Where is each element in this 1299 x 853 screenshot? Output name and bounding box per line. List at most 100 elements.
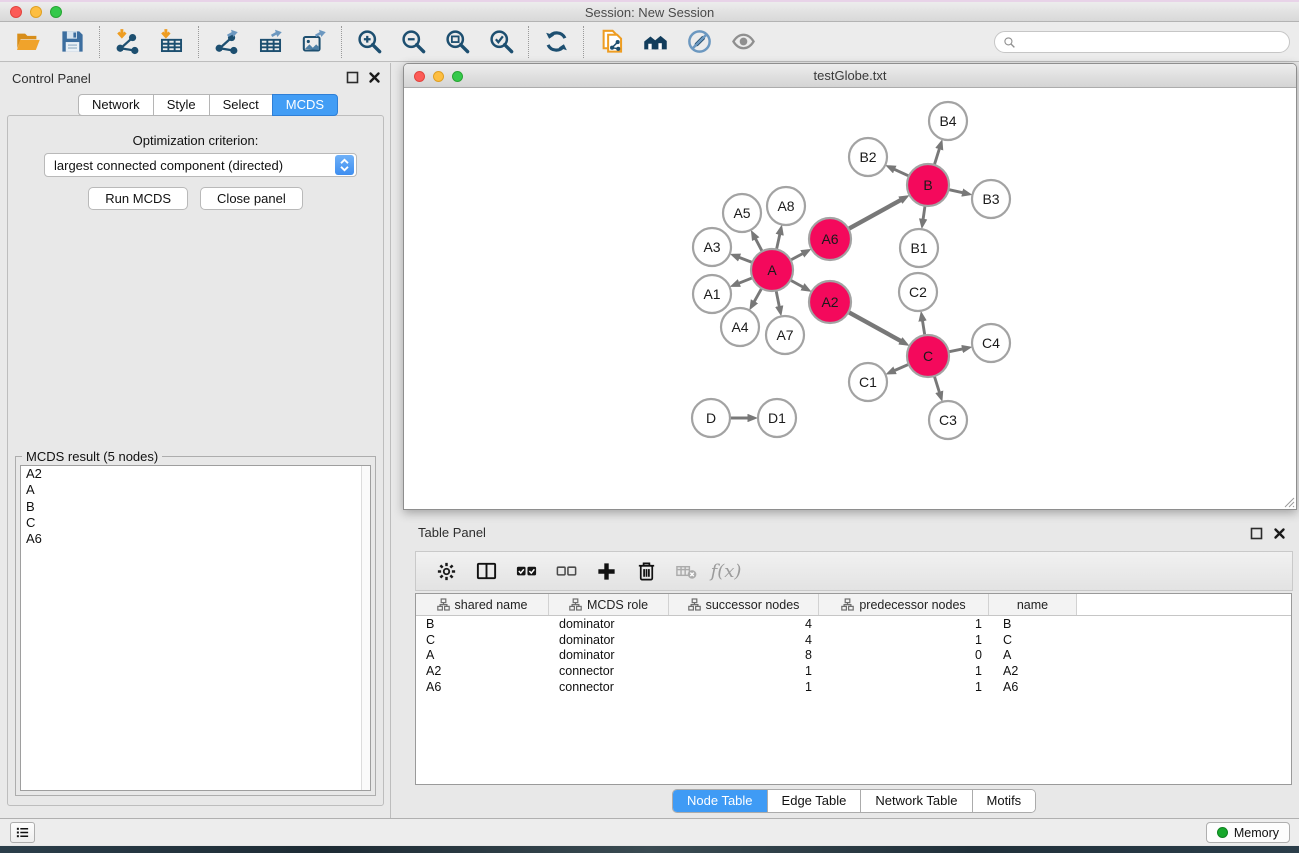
graph-node-A4[interactable]: A4: [721, 308, 759, 346]
tab-select[interactable]: Select: [209, 94, 273, 116]
save-session-button[interactable]: [56, 26, 88, 58]
criterion-select[interactable]: largest connected component (directed): [44, 153, 357, 177]
graph-edge-A-A7[interactable]: [776, 291, 779, 307]
graph-node-A7[interactable]: A7: [766, 316, 804, 354]
column-header-name[interactable]: name: [989, 594, 1077, 615]
network-close-button[interactable]: [414, 71, 425, 82]
graph-edge-A-A5[interactable]: [756, 239, 763, 252]
graph-node-D1[interactable]: D1: [758, 399, 796, 437]
graph-node-C2[interactable]: C2: [899, 273, 937, 311]
column-header-shared-name[interactable]: shared name: [416, 594, 549, 615]
task-history-button[interactable]: [10, 822, 35, 843]
zoom-out-button[interactable]: [397, 26, 429, 58]
column-header-successor-nodes[interactable]: successor nodes: [669, 594, 819, 615]
export-table-button[interactable]: [254, 26, 286, 58]
cell-MCDS-role[interactable]: connector: [549, 680, 669, 694]
cell-successor-nodes[interactable]: 8: [669, 648, 819, 662]
graph-edge-A-A1[interactable]: [739, 278, 753, 283]
graph-edge-C-C3[interactable]: [934, 376, 939, 392]
close-panel-button[interactable]: Close panel: [200, 187, 303, 210]
cell-MCDS-role[interactable]: connector: [549, 664, 669, 678]
graph-edge-A-A4[interactable]: [754, 288, 762, 301]
cell-name[interactable]: C: [989, 633, 1077, 647]
column-header-MCDS-role[interactable]: MCDS role: [549, 594, 669, 615]
zoom-selected-button[interactable]: [485, 26, 517, 58]
cell-successor-nodes[interactable]: 4: [669, 633, 819, 647]
close-panel-icon[interactable]: [367, 70, 382, 85]
network-zoom-button[interactable]: [452, 71, 463, 82]
graph-edge-A-A2[interactable]: [790, 280, 803, 287]
tab-network[interactable]: Network: [78, 94, 154, 116]
tab-style[interactable]: Style: [153, 94, 210, 116]
cell-predecessor-nodes[interactable]: 0: [819, 648, 989, 662]
table-row[interactable]: A2connector11A2: [416, 663, 1291, 679]
run-mcds-button[interactable]: Run MCDS: [88, 187, 188, 210]
graph-node-A3[interactable]: A3: [693, 228, 731, 266]
network-canvas[interactable]: B4B2BB3A8A5A6A3B1AC2A1A2A4A7C4CC1C3DD1: [405, 89, 1295, 509]
network-minimize-button[interactable]: [433, 71, 444, 82]
cell-shared-name[interactable]: A: [416, 648, 549, 662]
graph-edge-C-C4[interactable]: [949, 349, 963, 352]
graph-edge-C-C2[interactable]: [923, 321, 925, 336]
graph-edge-B-B3[interactable]: [949, 190, 963, 193]
close-table-panel-icon[interactable]: [1272, 526, 1287, 541]
cell-shared-name[interactable]: B: [416, 617, 549, 631]
minimize-window-button[interactable]: [30, 6, 42, 18]
graph-edge-B-B1[interactable]: [923, 206, 925, 220]
graph-node-B4[interactable]: B4: [929, 102, 967, 140]
graph-edge-A6-B[interactable]: [848, 200, 900, 229]
delete-columns-button[interactable]: [630, 555, 662, 587]
graph-edge-C-C1[interactable]: [895, 364, 909, 370]
search-box[interactable]: [994, 31, 1290, 53]
cell-shared-name[interactable]: A6: [416, 680, 549, 694]
import-table-button[interactable]: [155, 26, 187, 58]
graph-node-A8[interactable]: A8: [767, 187, 805, 225]
graph-node-A6[interactable]: A6: [809, 218, 851, 260]
cell-successor-nodes[interactable]: 1: [669, 664, 819, 678]
graph-edge-A2-C[interactable]: [848, 312, 900, 341]
graph-node-A5[interactable]: A5: [723, 194, 761, 232]
hide-labels-button[interactable]: [683, 26, 715, 58]
graph-node-A[interactable]: A: [751, 249, 793, 291]
cell-successor-nodes[interactable]: 1: [669, 680, 819, 694]
table-row[interactable]: Cdominator41C: [416, 632, 1291, 648]
table-row[interactable]: Bdominator41B: [416, 616, 1291, 632]
graph-node-C4[interactable]: C4: [972, 324, 1010, 362]
refresh-layout-button[interactable]: [540, 26, 572, 58]
graph-node-C3[interactable]: C3: [929, 401, 967, 439]
cell-shared-name[interactable]: C: [416, 633, 549, 647]
tab-motifs[interactable]: Motifs: [972, 790, 1036, 812]
cell-name[interactable]: A6: [989, 680, 1077, 694]
graph-edge-B-B4[interactable]: [934, 149, 939, 165]
cell-predecessor-nodes[interactable]: 1: [819, 664, 989, 678]
graph-node-B3[interactable]: B3: [972, 180, 1010, 218]
graph-node-B[interactable]: B: [907, 164, 949, 206]
tab-edge-table[interactable]: Edge Table: [767, 790, 861, 812]
float-panel-icon[interactable]: [345, 70, 360, 85]
zoom-window-button[interactable]: [50, 6, 62, 18]
cell-MCDS-role[interactable]: dominator: [549, 633, 669, 647]
table-row[interactable]: Adominator80A: [416, 648, 1291, 664]
cell-predecessor-nodes[interactable]: 1: [819, 617, 989, 631]
network-window-titlebar[interactable]: testGlobe.txt: [404, 64, 1296, 88]
mcds-result-item[interactable]: B: [21, 499, 370, 515]
tab-network-table[interactable]: Network Table: [860, 790, 971, 812]
graph-node-B1[interactable]: B1: [900, 229, 938, 267]
memory-button[interactable]: Memory: [1206, 822, 1290, 843]
deselect-all-button[interactable]: [550, 555, 582, 587]
cell-name[interactable]: A2: [989, 664, 1077, 678]
cell-predecessor-nodes[interactable]: 1: [819, 680, 989, 694]
graph-node-C1[interactable]: C1: [849, 363, 887, 401]
table-row[interactable]: A6connector11A6: [416, 679, 1291, 695]
network-from-selection-button[interactable]: [595, 26, 627, 58]
graph-node-C[interactable]: C: [907, 335, 949, 377]
column-header-predecessor-nodes[interactable]: predecessor nodes: [819, 594, 989, 615]
cell-name[interactable]: A: [989, 648, 1077, 662]
graph-edge-A-A3[interactable]: [739, 257, 752, 262]
graph-node-A2[interactable]: A2: [809, 281, 851, 323]
settings-button[interactable]: [430, 555, 462, 587]
split-view-button[interactable]: [470, 555, 502, 587]
cell-MCDS-role[interactable]: dominator: [549, 648, 669, 662]
graph-node-D[interactable]: D: [692, 399, 730, 437]
zoom-fit-button[interactable]: [441, 26, 473, 58]
